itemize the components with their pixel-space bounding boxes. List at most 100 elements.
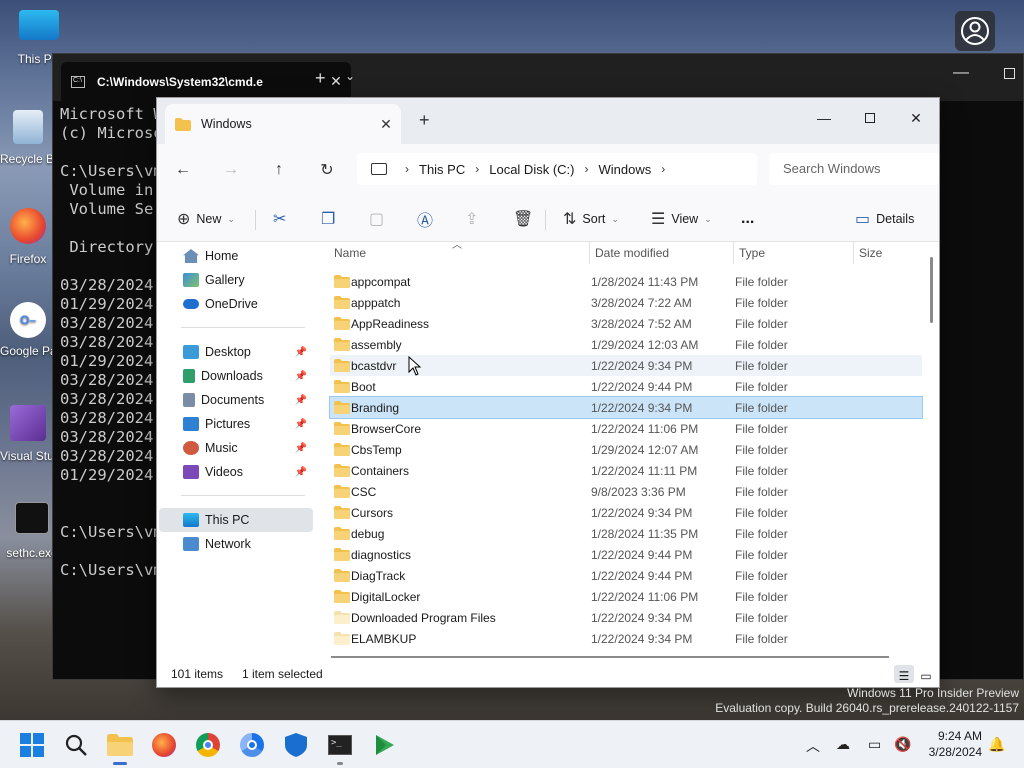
desktop-icon-recycle-bin[interactable]: Recycle Bin: [0, 110, 56, 166]
up-arrow-icon[interactable]: ↑: [265, 157, 293, 183]
explorer-titlebar[interactable]: Windows ✕ + — ✕: [157, 98, 939, 144]
terminal-tab[interactable]: C:\ C:\Windows\System32\cmd.e ✕: [61, 62, 351, 101]
back-arrow-icon[interactable]: ←: [169, 157, 197, 183]
explorer-tab[interactable]: Windows ✕: [165, 104, 401, 144]
file-row[interactable]: CbsTemp 1/29/2024 12:07 AM File folder: [330, 439, 922, 460]
column-header-size[interactable]: Size: [859, 242, 882, 264]
copy-button[interactable]: ❐: [321, 204, 341, 234]
share-button[interactable]: ⇪: [465, 204, 484, 234]
sidebar-item-this-pc[interactable]: This PC: [159, 508, 313, 532]
details-pane-button[interactable]: ▭ Details: [855, 204, 914, 234]
notification-bell-icon[interactable]: 🔔: [988, 736, 1005, 753]
file-row[interactable]: assembly 1/29/2024 12:03 AM File folder: [330, 334, 922, 355]
paste-button[interactable]: ▢: [369, 204, 390, 234]
file-row[interactable]: BrowserCore 1/22/2024 11:06 PM File folder: [330, 418, 922, 439]
new-button[interactable]: ⊕ New ⌄: [177, 204, 235, 234]
cloud-sync-icon[interactable]: ☁: [836, 736, 850, 753]
chevron-right-icon[interactable]: ›: [405, 162, 409, 176]
horizontal-scrollbar[interactable]: [331, 656, 889, 658]
delete-button[interactable]: 🗑: [513, 204, 539, 234]
rename-button[interactable]: Ⓐ: [417, 204, 439, 234]
sidebar-item-music[interactable]: Music 📌: [159, 436, 313, 460]
pin-icon[interactable]: 📌: [295, 347, 307, 358]
pin-icon[interactable]: 📌: [295, 419, 307, 430]
close-button[interactable]: ✕: [893, 103, 939, 133]
breadcrumb-windows[interactable]: Windows: [598, 162, 651, 177]
pin-icon[interactable]: 📌: [295, 467, 307, 478]
volume-muted-icon[interactable]: 🔇: [894, 736, 911, 753]
new-tab-button[interactable]: +: [315, 68, 326, 89]
sidebar-item-onedrive[interactable]: OneDrive: [159, 292, 313, 316]
search-input[interactable]: Search Windows: [769, 153, 939, 185]
sidebar-item-gallery[interactable]: Gallery: [159, 268, 313, 292]
file-row[interactable]: Containers 1/22/2024 11:11 PM File folder: [330, 460, 922, 481]
account-icon[interactable]: [955, 11, 995, 51]
minimize-button[interactable]: —: [953, 64, 969, 82]
file-row[interactable]: ELAMBKUP 1/22/2024 9:34 PM File folder: [330, 628, 922, 649]
breadcrumb-this-pc[interactable]: This PC: [419, 162, 465, 177]
taskbar-firefox[interactable]: [148, 729, 180, 761]
chevron-right-icon[interactable]: ›: [475, 162, 479, 176]
sort-button[interactable]: ⇅ Sort ⌄: [563, 204, 619, 234]
chevron-down-icon[interactable]: ⌄: [345, 69, 355, 83]
minimize-button[interactable]: —: [801, 103, 847, 133]
column-header-type[interactable]: Type: [739, 242, 765, 264]
details-view-button[interactable]: ☰: [894, 665, 914, 683]
column-header-name[interactable]: Name: [334, 242, 366, 264]
file-row[interactable]: Cursors 1/22/2024 9:34 PM File folder: [330, 502, 922, 523]
taskbar-defender[interactable]: [280, 729, 312, 761]
taskbar-chrome-beta[interactable]: [236, 729, 268, 761]
pin-icon[interactable]: 📌: [295, 395, 307, 406]
taskbar-chrome[interactable]: [192, 729, 224, 761]
network-tray-icon[interactable]: ▭: [868, 736, 881, 753]
sidebar-item-downloads[interactable]: Downloads 📌: [159, 364, 313, 388]
sidebar-item-network[interactable]: Network: [159, 532, 313, 556]
maximize-button[interactable]: [847, 103, 893, 133]
file-row[interactable]: Boot 1/22/2024 9:44 PM File folder: [330, 376, 922, 397]
more-options-button[interactable]: ...: [741, 204, 754, 234]
close-tab-icon[interactable]: ✕: [371, 116, 401, 133]
taskbar-file-explorer[interactable]: [104, 729, 136, 765]
sidebar-item-pictures[interactable]: Pictures 📌: [159, 412, 313, 436]
terminal-titlebar[interactable]: C:\ C:\Windows\System32\cmd.e ✕ + ⌄ —: [53, 54, 1023, 101]
file-row[interactable]: CSC 9/8/2023 3:36 PM File folder: [330, 481, 922, 502]
breadcrumb-local-disk[interactable]: Local Disk (C:): [489, 162, 574, 177]
sidebar-item-home[interactable]: Home: [159, 244, 313, 268]
system-clock[interactable]: 9:24 AM 3/28/2024: [929, 728, 982, 760]
file-explorer-window[interactable]: Windows ✕ + — ✕ ← → ↑ ↻ › This PC › Loca…: [156, 97, 940, 688]
desktop-icon-firefox[interactable]: Firefox: [0, 208, 56, 266]
file-row[interactable]: AppReadiness 3/28/2024 7:52 AM File folder: [330, 313, 922, 334]
file-row[interactable]: Branding 1/22/2024 9:34 PM File folder: [329, 396, 923, 419]
pin-icon[interactable]: 📌: [295, 371, 307, 382]
file-row[interactable]: Downloaded Program Files 1/22/2024 9:34 P…: [330, 607, 922, 628]
refresh-icon[interactable]: ↻: [313, 157, 341, 183]
file-row[interactable]: DigitalLocker 1/22/2024 11:06 PM File fold…: [330, 586, 922, 607]
view-button[interactable]: ☰ View ⌄: [651, 204, 712, 234]
start-button[interactable]: [16, 729, 48, 761]
chevron-right-icon[interactable]: ›: [661, 162, 665, 176]
file-row[interactable]: appcompat 1/28/2024 11:43 PM File folder: [330, 271, 922, 292]
taskbar-play-app[interactable]: [368, 729, 400, 761]
sidebar-item-documents[interactable]: Documents 📌: [159, 388, 313, 412]
desktop-icon-visual-studio[interactable]: Visual Studio 2022 Preview: [0, 405, 56, 463]
sidebar-item-videos[interactable]: Videos 📌: [159, 460, 313, 484]
search-button[interactable]: [60, 729, 92, 761]
desktop-icon-google-password[interactable]: O– Google Password: [0, 302, 56, 358]
tiles-view-button[interactable]: ▭: [916, 665, 936, 683]
file-row[interactable]: DiagTrack 1/22/2024 9:44 PM File folder: [330, 565, 922, 586]
pin-icon[interactable]: 📌: [295, 443, 307, 454]
forward-arrow-icon[interactable]: →: [217, 157, 245, 183]
address-bar[interactable]: › This PC › Local Disk (C:) › Windows ›: [357, 153, 757, 185]
chevron-up-icon[interactable]: ︿: [806, 736, 820, 756]
column-header-date[interactable]: Date modified: [595, 242, 669, 264]
chevron-right-icon[interactable]: ›: [584, 162, 588, 176]
file-row[interactable]: diagnostics 1/22/2024 9:44 PM File folder: [330, 544, 922, 565]
file-row[interactable]: debug 1/28/2024 11:35 PM File folder: [330, 523, 922, 544]
vertical-scrollbar[interactable]: [930, 257, 933, 323]
cut-button[interactable]: ✂: [273, 204, 292, 234]
new-tab-button[interactable]: +: [419, 110, 430, 131]
taskbar-terminal[interactable]: >_: [324, 729, 356, 765]
file-row[interactable]: apppatch 3/28/2024 7:22 AM File folder: [330, 292, 922, 313]
maximize-button[interactable]: [1004, 68, 1015, 79]
sidebar-item-desktop[interactable]: Desktop 📌: [159, 340, 313, 364]
